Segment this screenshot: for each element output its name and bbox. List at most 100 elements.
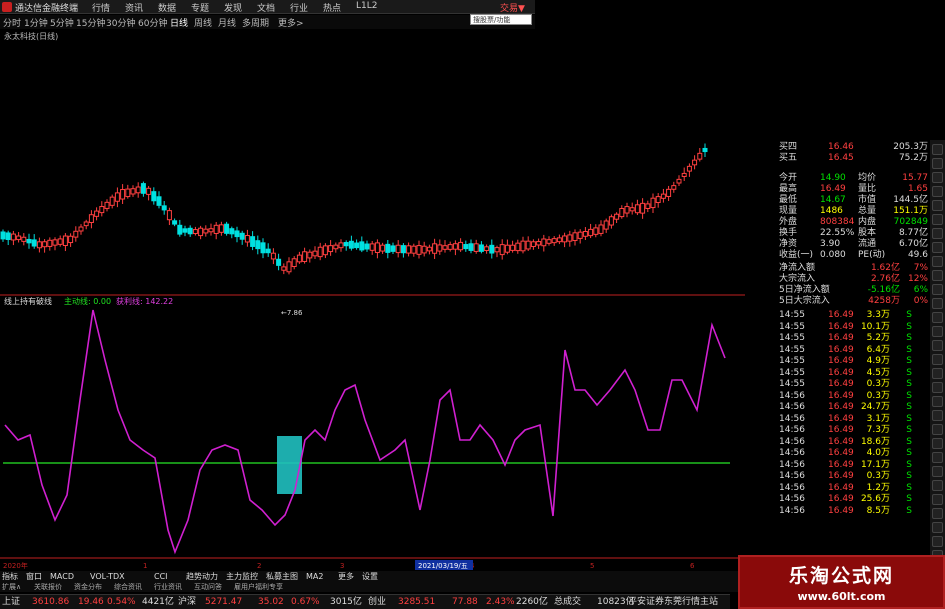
toolbar-icon[interactable] [932, 382, 943, 393]
toolbar-icon[interactable] [932, 256, 943, 267]
candle-body [406, 245, 412, 254]
extension-tab[interactable]: 行业资讯 [154, 582, 182, 592]
indicator-tab[interactable]: 设置 [362, 571, 378, 582]
app-logo-icon [2, 2, 12, 12]
toolbar-icon[interactable] [932, 368, 943, 379]
toolbar-icon[interactable] [932, 354, 943, 365]
menu-industry[interactable]: 行业 [290, 1, 308, 14]
toolbar-icon[interactable] [932, 172, 943, 183]
period-tab[interactable]: 1分钟 [24, 16, 48, 29]
menu-hot[interactable]: 热点 [323, 1, 341, 14]
period-tab[interactable]: 更多> [278, 16, 304, 29]
indicator-tab[interactable]: CCI [154, 571, 168, 582]
extension-tab[interactable]: 雇用户福利专享 [234, 582, 283, 592]
tick-direction: S [906, 367, 912, 378]
period-tab[interactable]: 30分钟 [106, 16, 135, 29]
stat-row: 现量 1486 总量 151.1万 [778, 206, 930, 217]
toolbar-icon[interactable] [932, 228, 943, 239]
candle-body [369, 243, 375, 251]
toolbar-icon[interactable] [932, 186, 943, 197]
indicator-tab[interactable]: 主力监控 [226, 571, 258, 582]
indicator-sell-label: 获利线: 142.22 [116, 297, 174, 306]
indicator-tab[interactable]: 私募主图 [266, 571, 298, 582]
stat-label: 最高 [779, 184, 798, 194]
tick-time: 14:56 [779, 459, 805, 470]
candle-body [317, 246, 323, 258]
toolbar-icon[interactable] [932, 410, 943, 421]
status-item: 0.54% [107, 597, 136, 607]
toolbar-icon[interactable] [932, 466, 943, 477]
bid-row: 买五 16.45 75.2万 [778, 153, 930, 164]
menu-l1l2[interactable]: L1L2 [356, 1, 377, 11]
menu-quote[interactable]: 行情 [92, 1, 110, 14]
toolbar-icon[interactable] [932, 298, 943, 309]
stat-value: 808384 [820, 217, 855, 227]
period-tab-active[interactable]: 日线 [170, 16, 188, 29]
toolbar-icon[interactable] [932, 270, 943, 281]
indicator-tab[interactable]: 指标 [2, 571, 18, 582]
search-input[interactable]: 搜股票/功能 [470, 14, 532, 25]
period-tab[interactable]: 15分钟 [76, 16, 105, 29]
toolbar-icon[interactable] [932, 452, 943, 463]
toolbar-icon[interactable] [932, 340, 943, 351]
menu-discover[interactable]: 发现 [224, 1, 242, 14]
toolbar-icon[interactable] [932, 480, 943, 491]
toolbar-icon[interactable] [932, 536, 943, 547]
toolbar-icon[interactable] [932, 214, 943, 225]
extension-tab[interactable]: 资金分布 [74, 582, 102, 592]
indicator-tab[interactable]: MACD [50, 571, 74, 582]
trade-button[interactable]: 交易▼ [500, 1, 525, 14]
toolbar-icon[interactable] [932, 438, 943, 449]
toolbar-icon[interactable] [932, 144, 943, 155]
extension-tab[interactable]: 扩展∧ [2, 582, 21, 592]
candle-body [166, 210, 172, 221]
indicator-tabs: 指标 窗口 MACD VOL-TDX CCI 趋势动力 主力监控 私募主图 MA2 更多 设置 [0, 571, 745, 582]
chart-area[interactable]: ←7.86 12.0011.0010.009.008.00 250.00200.… [0, 140, 745, 570]
toolbar-icon[interactable] [932, 326, 943, 337]
tick-row: 14:55 16.49 6.4万 S [778, 345, 930, 356]
extension-tab[interactable]: 互动问答 [194, 582, 222, 592]
period-tab[interactable]: 分时 [3, 16, 21, 29]
stat-label: 现量 [779, 206, 798, 216]
indicator-tab[interactable]: 窗口 [26, 571, 42, 582]
stat-label: 换手 [779, 228, 798, 238]
stat-row: 最高 16.49 量比 1.65 [778, 184, 930, 195]
toolbar-icon[interactable] [932, 424, 943, 435]
extension-tab[interactable]: 综合资讯 [114, 582, 142, 592]
tick-row: 14:56 16.49 25.6万 S [778, 494, 930, 505]
toolbar-icon[interactable] [932, 508, 943, 519]
menu-topic[interactable]: 专题 [191, 1, 209, 14]
toolbar-icon[interactable] [932, 522, 943, 533]
toolbar-icon[interactable] [932, 200, 943, 211]
extension-tab[interactable]: 关联报价 [34, 582, 62, 592]
menu-news[interactable]: 资讯 [125, 1, 143, 14]
stat-label: 今开 [779, 173, 798, 183]
stat-row: 净资 3.90 流通 6.70亿 [778, 239, 930, 250]
indicator-tab[interactable]: 趋势动力 [186, 571, 218, 582]
toolbar-icon[interactable] [932, 242, 943, 253]
candle-body [432, 243, 438, 254]
period-tab[interactable]: 周线 [194, 16, 212, 29]
toolbar-icon[interactable] [932, 284, 943, 295]
period-tab[interactable]: 月线 [218, 16, 236, 29]
period-tab[interactable]: 多周期 [242, 16, 269, 29]
status-item: 3015亿 [330, 597, 362, 607]
toolbar-icon[interactable] [932, 494, 943, 505]
toolbar-icon[interactable] [932, 312, 943, 323]
toolbar-icon[interactable] [932, 396, 943, 407]
tick-direction: S [906, 494, 912, 504]
indicator-tab[interactable]: MA2 [306, 571, 323, 582]
candle-body [250, 236, 256, 247]
indicator-tab[interactable]: 更多 [338, 571, 354, 582]
tick-time: 14:55 [779, 344, 805, 355]
toolbar-icon[interactable] [932, 158, 943, 169]
indicator-tab[interactable]: VOL-TDX [90, 571, 125, 582]
candle-body [354, 242, 360, 249]
menu-data[interactable]: 数据 [158, 1, 176, 14]
period-tab[interactable]: 60分钟 [138, 16, 167, 29]
period-tab[interactable]: 5分钟 [50, 16, 74, 29]
stat-label: PE(动) [858, 250, 886, 260]
bid-label: 买五 [779, 153, 798, 163]
menu-docs[interactable]: 文档 [257, 1, 275, 14]
candle-body [104, 201, 110, 209]
